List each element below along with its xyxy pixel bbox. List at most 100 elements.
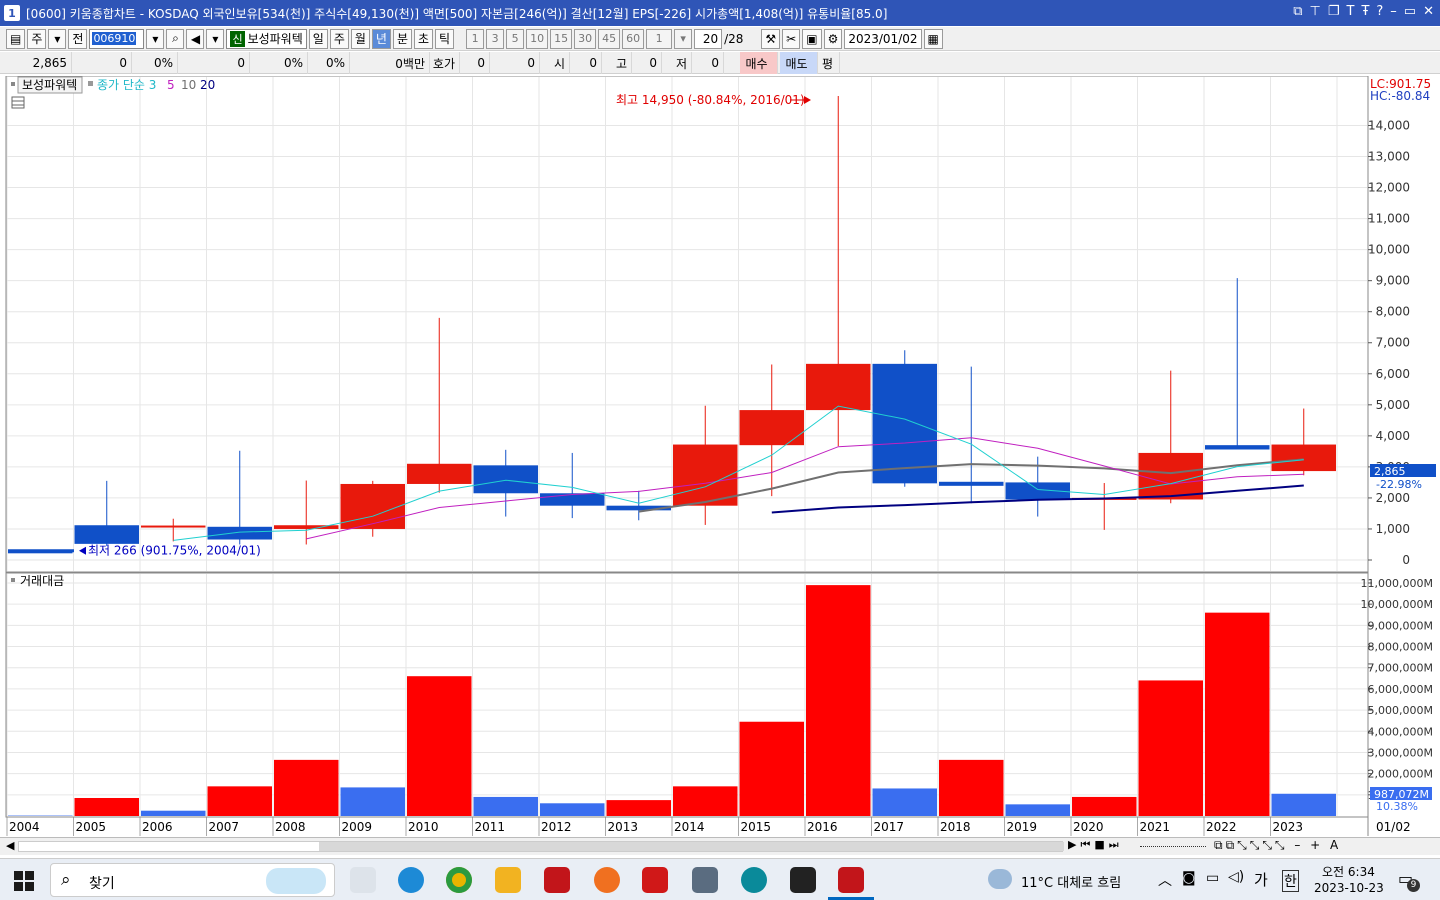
volume-icon[interactable]: ◁)	[1228, 869, 1244, 885]
taskbar-search-box[interactable]: ⌕ 찾기	[50, 863, 335, 897]
interval-5[interactable]: 5	[506, 28, 525, 49]
restore-layout-icon[interactable]: ⧉	[1293, 4, 1302, 19]
lang-indicator[interactable]: 한	[1282, 870, 1299, 892]
chart-scrollbar[interactable]: ◀ ▶⏮■⏭ ⧉⧉⤡⤡⤡⤡ – + A	[0, 837, 1440, 855]
minimize-icon[interactable]: –	[1390, 4, 1397, 19]
avg-button[interactable]: 평	[820, 52, 840, 74]
period-month[interactable]: 월	[350, 28, 370, 49]
time-axis: 2004 2005 2006 2007 2008 2009 2010 2011 2012 2013…	[6, 816, 1368, 836]
volume-panel-handle-icon[interactable]	[11, 578, 15, 582]
edge-icon[interactable]	[398, 867, 424, 893]
app-red-icon[interactable]	[642, 867, 668, 893]
network-icon[interactable]: ▭	[1206, 870, 1219, 886]
tools-icon[interactable]: ⚒	[761, 28, 781, 49]
gear-icon[interactable]: ⚙	[823, 28, 843, 49]
volume-bar	[1005, 804, 1070, 816]
app-orange-icon[interactable]	[594, 867, 620, 893]
legend-ma5: 5	[167, 78, 175, 92]
text-icon[interactable]: T	[1346, 4, 1354, 19]
calculator-icon[interactable]	[692, 867, 718, 893]
time-tick-label: 2022	[1206, 820, 1237, 834]
notification-count: 9	[1407, 879, 1420, 892]
scroll-thumb[interactable]	[319, 842, 1064, 851]
maximize-icon[interactable]: ▭	[1404, 4, 1416, 19]
stock-code-input[interactable]: 006910	[89, 28, 145, 49]
date-input[interactable]: 2023/01/02	[844, 28, 922, 49]
mode-select[interactable]: 주	[27, 28, 47, 49]
period-minute[interactable]: 분	[392, 28, 412, 49]
period-tick[interactable]: 틱	[435, 28, 455, 49]
count-input[interactable]: 20	[694, 28, 723, 49]
scissors-icon[interactable]: ✂	[782, 28, 801, 49]
help-icon[interactable]: ?	[1376, 4, 1383, 19]
period-day[interactable]: 일	[308, 28, 328, 49]
search-icon[interactable]: ⌕	[166, 28, 185, 49]
volume-tick-label: 11,000,000M	[1361, 577, 1433, 590]
period-week[interactable]: 주	[329, 28, 349, 49]
speaker-icon[interactable]: ◀	[186, 28, 205, 49]
table-toggle-icon[interactable]	[11, 96, 25, 109]
volume-bar	[74, 797, 139, 816]
prev-button[interactable]: 전	[68, 28, 88, 49]
time-tick-label: 2005	[76, 820, 107, 834]
calendar-icon[interactable]: ▦	[923, 28, 943, 49]
copy-window-icon[interactable]: ❐	[1328, 4, 1340, 19]
quote-change-pct: 0%	[132, 52, 178, 74]
kiwoom-icon[interactable]	[544, 867, 570, 893]
sell-button[interactable]: 매도	[780, 52, 818, 74]
chrome-icon[interactable]	[446, 867, 472, 893]
notification-icon[interactable]: ▭ 9	[1398, 869, 1420, 892]
volume-tick-label: 3,000,000M	[1368, 746, 1433, 759]
interval-45[interactable]: 45	[598, 28, 621, 49]
ime-indicator[interactable]: 가	[1254, 869, 1268, 890]
period-second[interactable]: 초	[414, 28, 434, 49]
pin-icon[interactable]: ⊤	[1310, 4, 1321, 19]
interval-60[interactable]: 60	[622, 28, 645, 49]
camera-icon[interactable]: ◙	[1182, 870, 1196, 886]
candle-body	[1138, 452, 1203, 500]
clock-time[interactable]: 오전 6:34	[1322, 863, 1375, 880]
buy-button[interactable]: 매수	[740, 52, 778, 74]
font-icon[interactable]: Ŧ	[1361, 4, 1369, 19]
file-explorer-icon[interactable]	[495, 867, 521, 893]
stock-name-box[interactable]: 신 보성파워텍	[226, 28, 307, 49]
kiwoom-active-icon[interactable]	[838, 867, 864, 893]
high-annotation: 최고 14,950 (-80.84%, 2016/01)	[616, 93, 805, 107]
interval-15[interactable]: 15	[550, 28, 573, 49]
save-icon[interactable]: ▣	[802, 28, 822, 49]
weather-text[interactable]: 11°C 대체로 흐림	[1021, 872, 1121, 891]
volume-tick-label: 5,000,000M	[1368, 704, 1433, 717]
panel-handle-icon[interactable]	[11, 82, 15, 86]
price-axis: 01,0002,0003,0004,0005,0006,0007,0008,00…	[1368, 118, 1410, 567]
volume-bar	[473, 796, 538, 816]
zoom-slider[interactable]	[1140, 846, 1206, 848]
period-year[interactable]: 년	[371, 28, 391, 49]
task-view-icon[interactable]	[350, 867, 376, 893]
chevron-up-icon[interactable]: ︿	[1158, 870, 1172, 890]
time-tick-label: 2023	[1273, 820, 1304, 834]
time-tick-label: 2011	[475, 820, 506, 834]
zoom-tools[interactable]: ⧉⧉⤡⤡⤡⤡ – + A	[1214, 838, 1341, 853]
quote-amount: 0백만	[350, 52, 430, 74]
scroll-left-icon[interactable]: ◀	[6, 839, 14, 852]
interval-dropdown-icon[interactable]: ▾	[674, 28, 693, 49]
sticky-notes-icon[interactable]	[790, 867, 816, 893]
interval-10[interactable]: 10	[526, 28, 549, 49]
weather-icon[interactable]	[988, 869, 1012, 889]
price-chart[interactable]: 01,0002,0003,0004,0005,0006,0007,0008,00…	[0, 76, 1440, 836]
playback-controls[interactable]: ▶⏮■⏭	[1068, 838, 1123, 852]
candle-body	[1205, 445, 1270, 450]
close-icon[interactable]: ✕	[1423, 4, 1434, 19]
clock-date[interactable]: 2023-10-23	[1314, 881, 1384, 895]
code-dropdown-icon[interactable]: ▾	[146, 28, 165, 49]
mode-dropdown-icon[interactable]: ▾	[48, 28, 67, 49]
interval-input[interactable]: 1	[646, 28, 673, 49]
windows-start-icon[interactable]	[14, 871, 34, 891]
interval-1[interactable]: 1	[466, 28, 485, 49]
interval-3[interactable]: 3	[486, 28, 505, 49]
layout-icon[interactable]: ▤	[6, 28, 26, 49]
app-teal-icon[interactable]	[741, 867, 767, 893]
scroll-track[interactable]	[18, 841, 1064, 852]
speaker-dropdown-icon[interactable]: ▾	[206, 28, 225, 49]
interval-30[interactable]: 30	[574, 28, 597, 49]
